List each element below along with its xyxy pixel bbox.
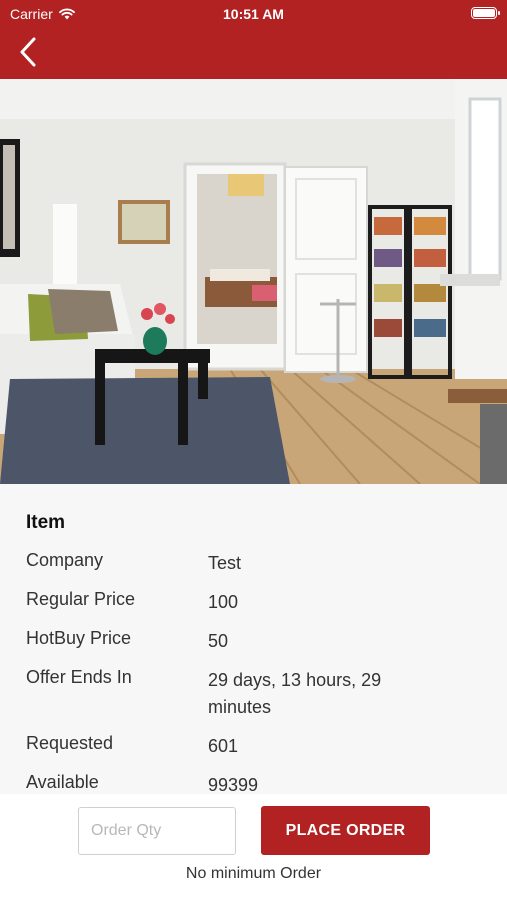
item-heading: Item	[26, 512, 66, 533]
available-value: 99399	[208, 775, 259, 794]
chevron-left-icon	[20, 37, 36, 67]
place-order-button[interactable]: PLACE ORDER	[261, 806, 430, 855]
battery-icon	[471, 7, 500, 19]
available-label: Available	[26, 772, 99, 792]
order-qty-input[interactable]	[78, 807, 236, 855]
regular-price-value: 100	[208, 592, 239, 612]
app-header: Carrier 10:51 AM	[0, 0, 507, 79]
requested-value: 601	[208, 736, 239, 756]
living-room-image	[0, 79, 507, 484]
offer-ends-value: 29 days, 13 hours, 29 minutes	[208, 670, 382, 717]
minimum-order-note: No minimum Order	[185, 865, 322, 882]
back-button[interactable]	[10, 32, 46, 72]
order-footer: PLACE ORDER No minimum Order	[0, 794, 507, 900]
company-label: Company	[26, 550, 104, 570]
status-time: 10:51 AM	[223, 6, 284, 22]
item-details: Item Company Test Regular Price 100 HotB…	[0, 484, 507, 794]
requested-label: Requested	[26, 733, 114, 753]
hotbuy-price-label: HotBuy Price	[26, 628, 132, 648]
hotbuy-price-value: 50	[208, 631, 229, 651]
status-bar: Carrier 10:51 AM	[0, 0, 507, 28]
item-photo	[0, 79, 507, 484]
regular-price-label: Regular Price	[26, 589, 136, 609]
offer-ends-label: Offer Ends In	[26, 667, 132, 687]
company-value: Test	[208, 553, 242, 573]
